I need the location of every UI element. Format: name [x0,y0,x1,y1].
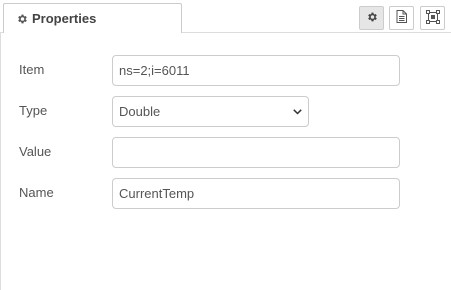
item-input[interactable] [112,55,400,86]
appearance-icon [425,9,440,27]
appearance-button[interactable] [420,6,445,30]
description-button[interactable] [389,6,414,30]
item-label: Item [19,62,45,77]
document-icon [396,10,407,26]
gear-icon [366,11,378,26]
properties-panel: Item Type Double Value Name [0,33,451,290]
value-label: Value [19,144,52,159]
properties-button[interactable] [359,6,384,30]
chevron-down-icon [292,107,302,117]
node-editor: Properties Item ns=2;i=6011 Type Double … [0,0,451,290]
type-select-value: Double [119,104,161,119]
type-label: Type [19,103,48,118]
editor-tab-strip: Properties [0,0,451,34]
type-select[interactable]: Double [112,96,309,127]
value-input[interactable] [112,137,400,168]
tab-properties-label: Properties [32,11,97,26]
name-label: Name [19,185,54,200]
name-input[interactable] [112,178,400,209]
tab-properties[interactable]: Properties [3,3,182,34]
gear-icon [15,12,28,25]
